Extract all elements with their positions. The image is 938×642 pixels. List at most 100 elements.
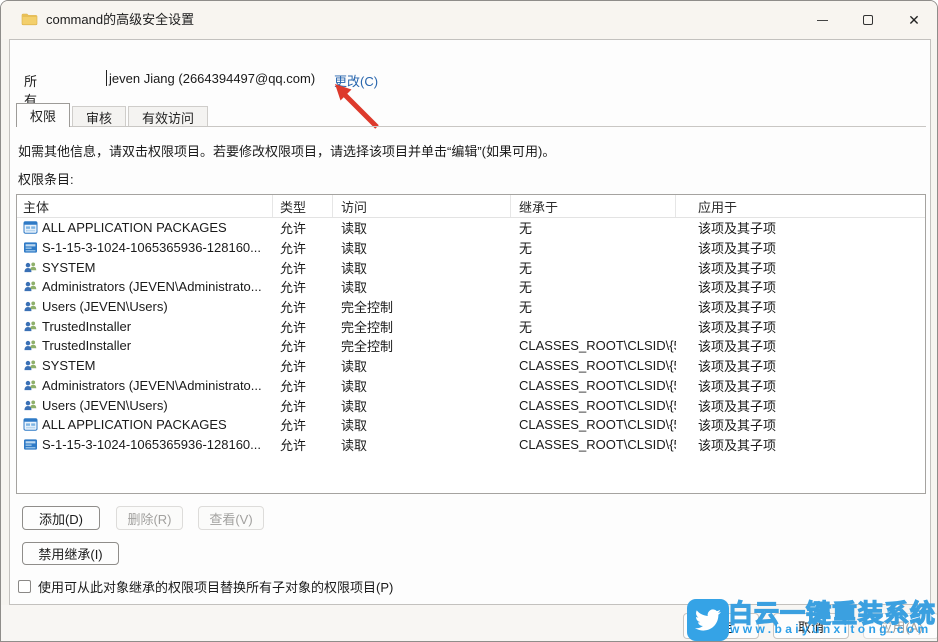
tab-effective-access[interactable]: 有效访问 xyxy=(128,106,208,127)
window-title: command的高级安全设置 xyxy=(46,9,194,28)
minimize-icon xyxy=(817,20,828,21)
principal-name: ALL APPLICATION PACKAGES xyxy=(42,220,227,235)
entry-applies-to: 该项及其子项 xyxy=(676,297,925,316)
entry-access: 读取 xyxy=(333,376,511,395)
text-caret xyxy=(106,70,107,86)
entry-inherited-from: 无 xyxy=(511,277,676,296)
principal-name: S-1-15-3-1024-1065365936-128160... xyxy=(42,240,261,255)
entry-inherited-from: 无 xyxy=(511,238,676,257)
entry-inherited-from: CLASSES_ROOT\CLSID\{52... xyxy=(511,417,676,432)
app-packages-icon xyxy=(23,418,38,431)
entry-applies-to: 该项及其子项 xyxy=(676,218,925,237)
permission-table-body: ALL APPLICATION PACKAGES 允许 读取 无 该项及其子项 xyxy=(17,218,925,454)
entry-inherited-from: 无 xyxy=(511,218,676,237)
user-group-icon xyxy=(23,379,38,392)
header-principal[interactable]: 主体 xyxy=(17,195,273,217)
principal-name: Users (JEVEN\Users) xyxy=(42,299,168,314)
table-row[interactable]: TrustedInstaller 允许 完全控制 CLASSES_ROOT\CL… xyxy=(17,336,925,356)
table-row[interactable]: TrustedInstaller 允许 完全控制 无 该项及其子项 xyxy=(17,316,925,336)
table-header-row: 主体 类型 访问 继承于 应用于 xyxy=(17,195,925,218)
entry-type: 允许 xyxy=(273,297,333,316)
tab-auditing[interactable]: 审核 xyxy=(72,106,126,127)
footer-bar: 确定 取消 应用(A) xyxy=(1,605,937,642)
principal-name: Administrators (JEVEN\Administrato... xyxy=(42,279,262,294)
table-row[interactable]: SYSTEM 允许 读取 无 该项及其子项 xyxy=(17,257,925,277)
entry-access: 读取 xyxy=(333,415,511,434)
entry-applies-to: 该项及其子项 xyxy=(676,415,925,434)
table-row[interactable]: Users (JEVEN\Users) 允许 完全控制 无 该项及其子项 xyxy=(17,297,925,317)
entry-access: 读取 xyxy=(333,258,511,277)
principal-name: SYSTEM xyxy=(42,358,95,373)
principal-name: SYSTEM xyxy=(42,260,95,275)
folder-icon xyxy=(21,12,38,26)
user-group-icon xyxy=(23,339,38,352)
entry-access: 读取 xyxy=(333,218,511,237)
owner-value: jeven Jiang (2664394497@qq.com) xyxy=(109,71,315,86)
permission-entries-label: 权限条目: xyxy=(18,169,74,188)
header-access[interactable]: 访问 xyxy=(333,195,511,217)
header-type[interactable]: 类型 xyxy=(273,195,333,217)
entry-type: 允许 xyxy=(273,415,333,434)
view-button[interactable]: 查看(V) xyxy=(198,506,264,530)
principal-name: ALL APPLICATION PACKAGES xyxy=(42,417,227,432)
entry-inherited-from: 无 xyxy=(511,297,676,316)
entry-applies-to: 该项及其子项 xyxy=(676,277,925,296)
app-packages-icon xyxy=(23,221,38,234)
tab-permissions[interactable]: 权限 xyxy=(16,103,70,127)
title-group: command的高级安全设置 xyxy=(21,9,194,28)
entry-access: 读取 xyxy=(333,356,511,375)
tab-bar: 权限 审核 有效访问 xyxy=(16,103,210,127)
remove-button[interactable]: 删除(R) xyxy=(116,506,183,530)
ok-button[interactable]: 确定 xyxy=(683,613,759,639)
header-inherited-from[interactable]: 继承于 xyxy=(511,195,676,217)
entry-inherited-from: CLASSES_ROOT\CLSID\{52... xyxy=(511,338,676,353)
minimize-button[interactable] xyxy=(799,1,845,39)
table-row[interactable]: ALL APPLICATION PACKAGES 允许 读取 CLASSES_R… xyxy=(17,415,925,435)
entry-inherited-from: CLASSES_ROOT\CLSID\{52... xyxy=(511,358,676,373)
entry-type: 允许 xyxy=(273,218,333,237)
disable-inheritance-button[interactable]: 禁用继承(I) xyxy=(22,542,119,565)
table-row[interactable]: ALL APPLICATION PACKAGES 允许 读取 无 该项及其子项 xyxy=(17,218,925,238)
permission-entries-table[interactable]: 主体 类型 访问 继承于 应用于 xyxy=(16,194,926,494)
info-text: 如需其他信息，请双击权限项目。若要修改权限项目，请选择该项目并单击“编辑”(如果… xyxy=(18,141,555,160)
entry-inherited-from: 无 xyxy=(511,317,676,336)
entry-inherited-from: CLASSES_ROOT\CLSID\{52... xyxy=(511,398,676,413)
principal-name: S-1-15-3-1024-1065365936-128160... xyxy=(42,437,261,452)
entry-type: 允许 xyxy=(273,336,333,355)
entry-inherited-from: 无 xyxy=(511,258,676,277)
user-group-icon xyxy=(23,280,38,293)
table-row[interactable]: Administrators (JEVEN\Administrato... 允许… xyxy=(17,376,925,396)
entry-type: 允许 xyxy=(273,396,333,415)
entry-access: 完全控制 xyxy=(333,336,511,355)
cancel-button[interactable]: 取消 xyxy=(773,613,849,639)
dialog-body: 所有者: jeven Jiang (2664394497@qq.com) 更改(… xyxy=(9,39,931,605)
table-row[interactable]: S-1-15-3-1024-1065365936-128160... 允许 读取… xyxy=(17,435,925,455)
header-applies-to[interactable]: 应用于 xyxy=(676,195,925,217)
user-group-icon xyxy=(23,261,38,274)
titlebar: command的高级安全设置 ✕ xyxy=(1,1,937,39)
entry-applies-to: 该项及其子项 xyxy=(676,238,925,257)
table-row[interactable]: Users (JEVEN\Users) 允许 读取 CLASSES_ROOT\C… xyxy=(17,395,925,415)
sid-principal-icon xyxy=(23,241,38,254)
apply-button[interactable]: 应用(A) xyxy=(863,613,938,639)
table-row[interactable]: S-1-15-3-1024-1065365936-128160... 允许 读取… xyxy=(17,238,925,258)
entry-type: 允许 xyxy=(273,277,333,296)
change-owner-link[interactable]: 更改(C) xyxy=(334,71,378,90)
advanced-security-settings-dialog: command的高级安全设置 ✕ 所有者: jeven Jiang (26643… xyxy=(0,0,938,642)
entry-type: 允许 xyxy=(273,356,333,375)
tab-label: 权限 xyxy=(30,106,56,125)
table-row[interactable]: SYSTEM 允许 读取 CLASSES_ROOT\CLSID\{52... 该… xyxy=(17,356,925,376)
entry-access: 完全控制 xyxy=(333,317,511,336)
maximize-button[interactable] xyxy=(845,1,891,39)
replace-permissions-label: 使用可从此对象继承的权限项目替换所有子对象的权限项目(P) xyxy=(38,577,393,596)
user-group-icon xyxy=(23,320,38,333)
principal-name: Administrators (JEVEN\Administrato... xyxy=(42,378,262,393)
table-row[interactable]: Administrators (JEVEN\Administrato... 允许… xyxy=(17,277,925,297)
user-group-icon xyxy=(23,399,38,412)
add-button[interactable]: 添加(D) xyxy=(22,506,100,530)
close-button[interactable]: ✕ xyxy=(891,1,937,39)
entry-inherited-from: CLASSES_ROOT\CLSID\{52... xyxy=(511,437,676,452)
entry-access: 读取 xyxy=(333,238,511,257)
entry-type: 允许 xyxy=(273,376,333,395)
replace-permissions-checkbox[interactable] xyxy=(18,580,31,593)
